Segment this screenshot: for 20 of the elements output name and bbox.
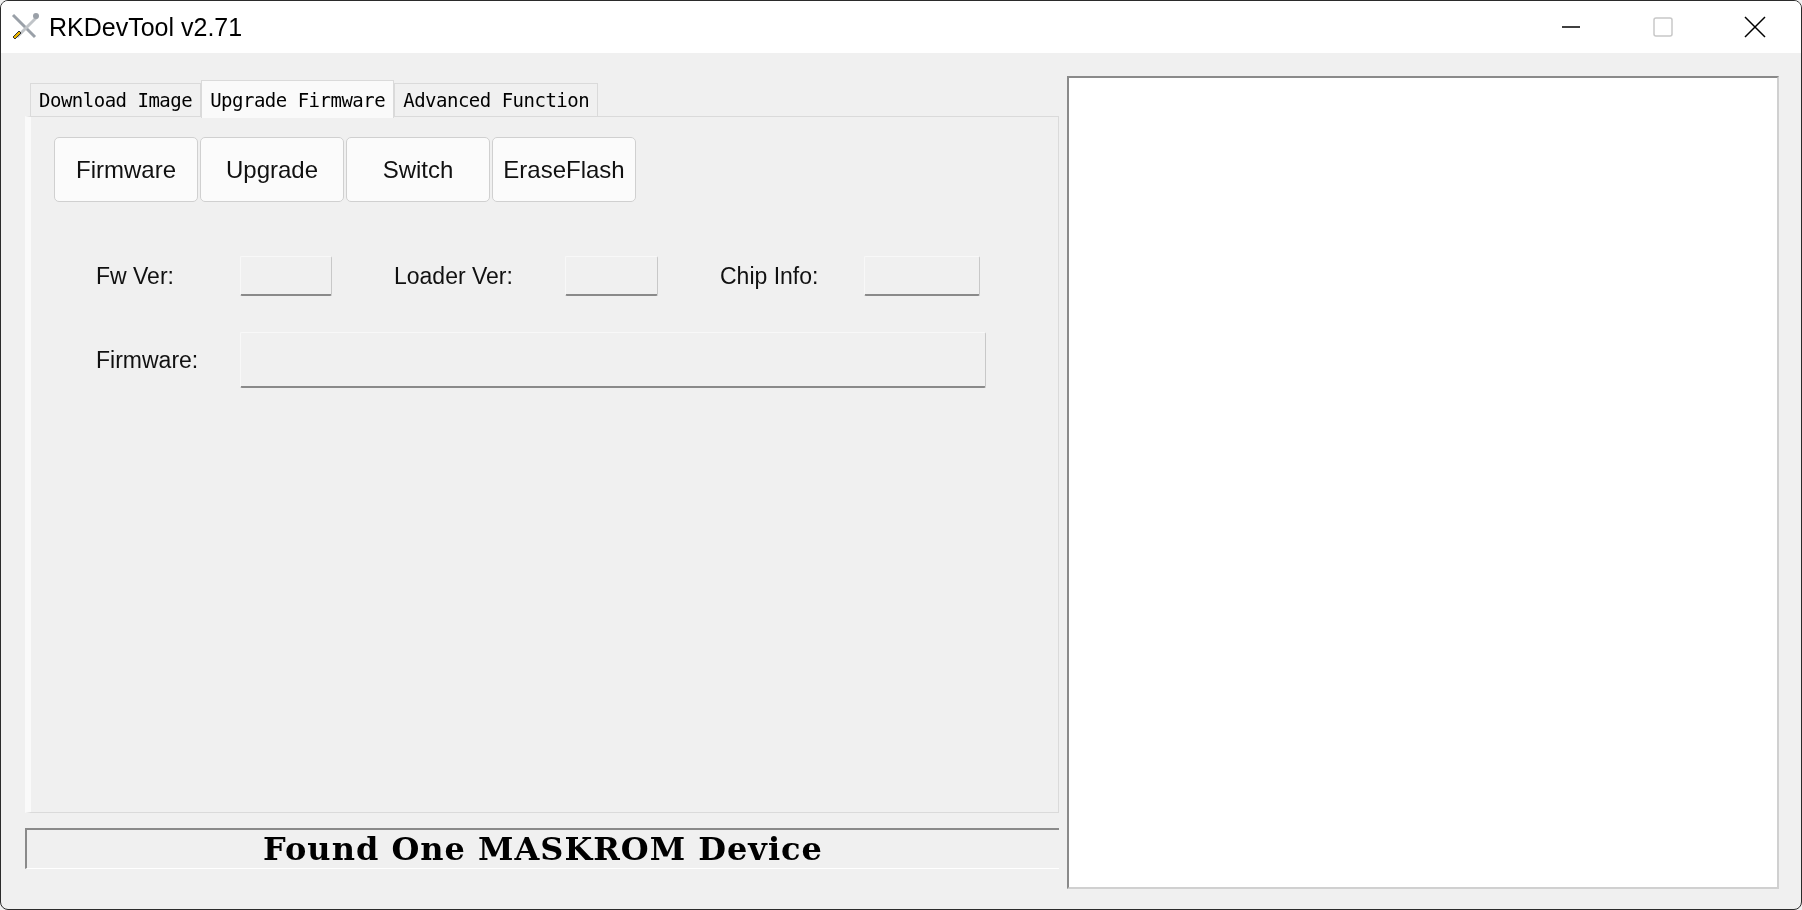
toolbar-button[interactable]: EraseFlash bbox=[492, 137, 636, 202]
input-field[interactable] bbox=[565, 256, 658, 296]
field-label: Firmware: bbox=[96, 346, 199, 374]
toolbar-button[interactable]: Firmware bbox=[54, 137, 198, 202]
field-label: Chip Info: bbox=[720, 262, 819, 290]
tab[interactable]: Upgrade Firmware bbox=[201, 80, 395, 118]
tab[interactable]: Download Image bbox=[30, 83, 202, 116]
maximize-icon bbox=[1653, 17, 1673, 37]
minimize-icon bbox=[1561, 26, 1581, 28]
status-bar: Found One MASKROM Device bbox=[25, 828, 1059, 869]
field-label: Loader Ver: bbox=[394, 262, 513, 290]
firmware-path-field[interactable] bbox=[240, 332, 986, 388]
window-title: RKDevTool v2.71 bbox=[49, 12, 243, 42]
toolbar-button[interactable]: Upgrade bbox=[200, 137, 344, 202]
input-field[interactable] bbox=[240, 256, 332, 296]
toolbar-button[interactable]: Switch bbox=[346, 137, 490, 202]
tab[interactable]: Advanced Function bbox=[394, 83, 599, 116]
close-icon bbox=[1744, 16, 1766, 38]
input-field[interactable] bbox=[864, 256, 980, 296]
field-label: Fw Ver: bbox=[96, 262, 174, 290]
